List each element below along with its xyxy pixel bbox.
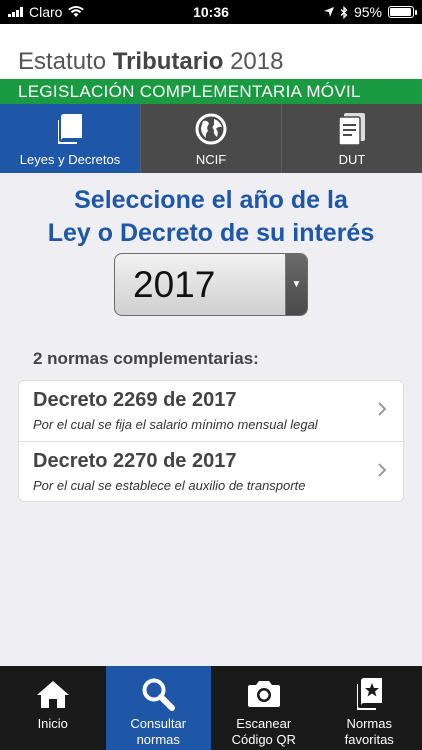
- tab-dut[interactable]: DUT: [282, 104, 422, 173]
- item-description: Por el cual se fija el salario mínimo me…: [33, 417, 318, 432]
- bottom-tab-bar: Inicio Consultar normas Escanear Código …: [0, 666, 422, 750]
- chevron-right-icon: [378, 463, 387, 477]
- bottom-tab-label: Consultar normas: [130, 716, 187, 747]
- globe-icon: [195, 113, 227, 145]
- app-subtitle-bar: LEGISLACIÓN COMPLEMENTARIA MÓVIL: [0, 79, 422, 104]
- battery-percent: 95%: [353, 4, 382, 20]
- app-title: Estatuto Tributario 2018: [18, 48, 284, 75]
- bottom-tab-label: Inicio: [37, 716, 68, 731]
- tab-label: DUT: [338, 152, 366, 167]
- bottom-tab-label: Normas favoritas: [344, 716, 394, 747]
- dropdown-arrow-icon: ▼: [285, 254, 307, 315]
- document-icon: [338, 113, 365, 146]
- home-icon: [36, 681, 69, 708]
- bottom-tab-consultar-normas[interactable]: Consultar normas: [105, 666, 211, 750]
- list-item[interactable]: Decreto 2270 de 2017 Por el cual se esta…: [19, 441, 403, 501]
- item-description: Por el cual se establece el auxilio de t…: [33, 478, 306, 493]
- bottom-tab-escanear-qr[interactable]: Escanear Código QR: [211, 666, 317, 750]
- item-title: Decreto 2270 de 2017: [33, 450, 237, 472]
- selected-year: 2017: [133, 264, 216, 305]
- location-icon: [323, 7, 334, 17]
- search-icon: [142, 678, 176, 711]
- bottom-tab-label: Escanear Código QR: [231, 716, 296, 747]
- year-prompt: Seleccione el año de la Ley o Decreto de…: [47, 186, 375, 247]
- tab-label: Leyes y Decretos: [19, 152, 121, 167]
- battery-icon: [388, 6, 417, 18]
- tab-label: NCIF: [195, 152, 227, 167]
- chevron-right-icon: [378, 402, 387, 416]
- bluetooth-icon: [340, 5, 348, 19]
- item-title: Decreto 2269 de 2017: [33, 389, 237, 411]
- list-item[interactable]: Decreto 2269 de 2017 Por el cual se fija…: [19, 381, 403, 441]
- bottom-tab-normas-favoritas[interactable]: Normas favoritas: [317, 666, 422, 750]
- status-bar: Claro 10:36 95%: [0, 0, 422, 24]
- star-document-icon: [357, 678, 383, 710]
- top-tabs: Leyes y Decretos NCIF DUT: [0, 104, 422, 173]
- bottom-tab-inicio[interactable]: Inicio: [0, 666, 106, 750]
- app-header: Estatuto Tributario 2018: [0, 24, 422, 79]
- tab-leyes-y-decretos[interactable]: Leyes y Decretos: [0, 104, 140, 173]
- book-icon: [58, 114, 82, 144]
- camera-icon: [247, 681, 280, 707]
- norms-list: Decreto 2269 de 2017 Por el cual se fija…: [18, 380, 404, 502]
- year-select[interactable]: 2017 ▼: [114, 253, 308, 316]
- results-count: 2 normas complementarias:: [33, 349, 259, 368]
- tab-ncif[interactable]: NCIF: [140, 104, 282, 173]
